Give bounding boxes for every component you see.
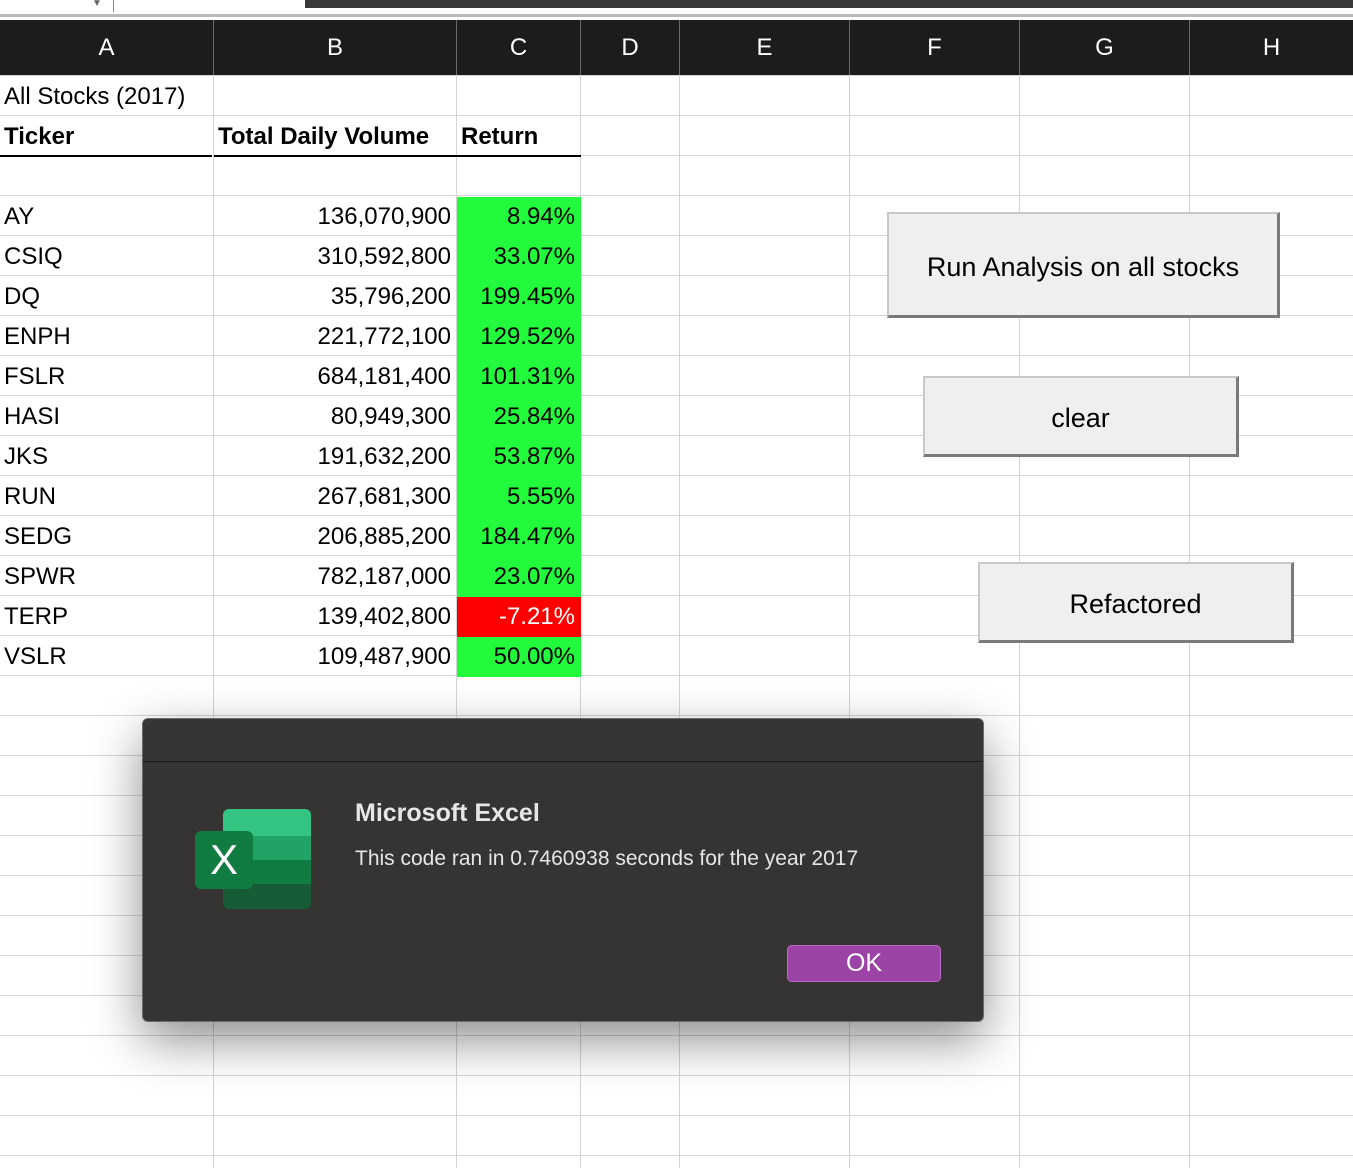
ticker-cell[interactable]: FSLR (0, 357, 212, 397)
ticker-cell[interactable]: DQ (0, 277, 212, 317)
gridline (0, 1075, 1353, 1076)
volume-cell[interactable]: 310,592,800 (214, 237, 457, 277)
ticker-cell[interactable]: CSIQ (0, 237, 212, 277)
gridline (0, 75, 1353, 76)
return-cell[interactable]: 5.55% (457, 477, 581, 517)
volume-cell[interactable]: 80,949,300 (214, 397, 457, 437)
ticker-cell[interactable]: JKS (0, 437, 212, 477)
column-header-g[interactable]: G (1020, 20, 1190, 75)
column-header-e[interactable]: E (680, 20, 850, 75)
column-header-a[interactable]: A (0, 20, 214, 75)
ticker-cell[interactable]: SEDG (0, 517, 212, 557)
volume-cell[interactable]: 139,402,800 (214, 597, 457, 637)
gridline (0, 715, 1353, 716)
dialog-message: This code ran in 0.7460938 seconds for t… (355, 847, 859, 870)
column-header-c[interactable]: C (457, 20, 581, 75)
volume-cell[interactable]: 206,885,200 (214, 517, 457, 557)
ticker-cell[interactable]: AY (0, 197, 212, 237)
column-header-f[interactable]: F (850, 20, 1020, 75)
volume-cell[interactable]: 35,796,200 (214, 277, 457, 317)
run-analysis-all-button[interactable]: Run Analysis on all stocks (887, 212, 1280, 318)
column-header-b[interactable]: B (214, 20, 457, 75)
message-dialog: X Microsoft Excel This code ran in 0.746… (142, 718, 984, 1022)
return-cell[interactable]: -7.21% (457, 597, 581, 637)
header-volume-cell[interactable]: Total Daily Volume (214, 117, 457, 157)
ok-button[interactable]: OK (787, 945, 941, 982)
dialog-title: Microsoft Excel (355, 799, 540, 827)
header-return-cell[interactable]: Return (457, 117, 581, 157)
return-cell[interactable]: 184.47% (457, 517, 581, 557)
return-cell[interactable]: 50.00% (457, 637, 581, 677)
sheet-title-cell[interactable]: All Stocks (2017) (0, 77, 212, 117)
ticker-cell[interactable]: ENPH (0, 317, 212, 357)
gridline (0, 195, 1353, 196)
return-cell[interactable]: 53.87% (457, 437, 581, 477)
header-ticker-cell[interactable]: Ticker (0, 117, 212, 157)
clear-button[interactable]: clear (923, 376, 1239, 457)
gridline (0, 1155, 1353, 1156)
column-header-h[interactable]: H (1190, 20, 1353, 75)
gridline (0, 1035, 1353, 1036)
volume-cell[interactable]: 136,070,900 (214, 197, 457, 237)
gridline (0, 1115, 1353, 1116)
return-cell[interactable]: 199.45% (457, 277, 581, 317)
volume-cell[interactable]: 782,187,000 (214, 557, 457, 597)
return-cell[interactable]: 8.94% (457, 197, 581, 237)
column-header-bar: A B C D E F G H (0, 20, 1353, 75)
ticker-cell[interactable]: VSLR (0, 637, 212, 677)
volume-cell[interactable]: 221,772,100 (214, 317, 457, 357)
return-cell[interactable]: 129.52% (457, 317, 581, 357)
column-header-d[interactable]: D (581, 20, 680, 75)
volume-cell[interactable]: 267,681,300 (214, 477, 457, 517)
svg-text:X: X (210, 836, 238, 883)
dialog-titlebar[interactable] (143, 719, 983, 762)
return-cell[interactable]: 33.07% (457, 237, 581, 277)
volume-cell[interactable]: 109,487,900 (214, 637, 457, 677)
refactored-button[interactable]: Refactored (978, 562, 1294, 643)
ticker-cell[interactable]: TERP (0, 597, 212, 637)
ticker-cell[interactable]: HASI (0, 397, 212, 437)
excel-app-icon: X (195, 809, 311, 909)
volume-cell[interactable]: 684,181,400 (214, 357, 457, 397)
ticker-cell[interactable]: SPWR (0, 557, 212, 597)
ticker-cell[interactable]: RUN (0, 477, 212, 517)
return-cell[interactable]: 25.84% (457, 397, 581, 437)
volume-cell[interactable]: 191,632,200 (214, 437, 457, 477)
return-cell[interactable]: 101.31% (457, 357, 581, 397)
return-cell[interactable]: 23.07% (457, 557, 581, 597)
